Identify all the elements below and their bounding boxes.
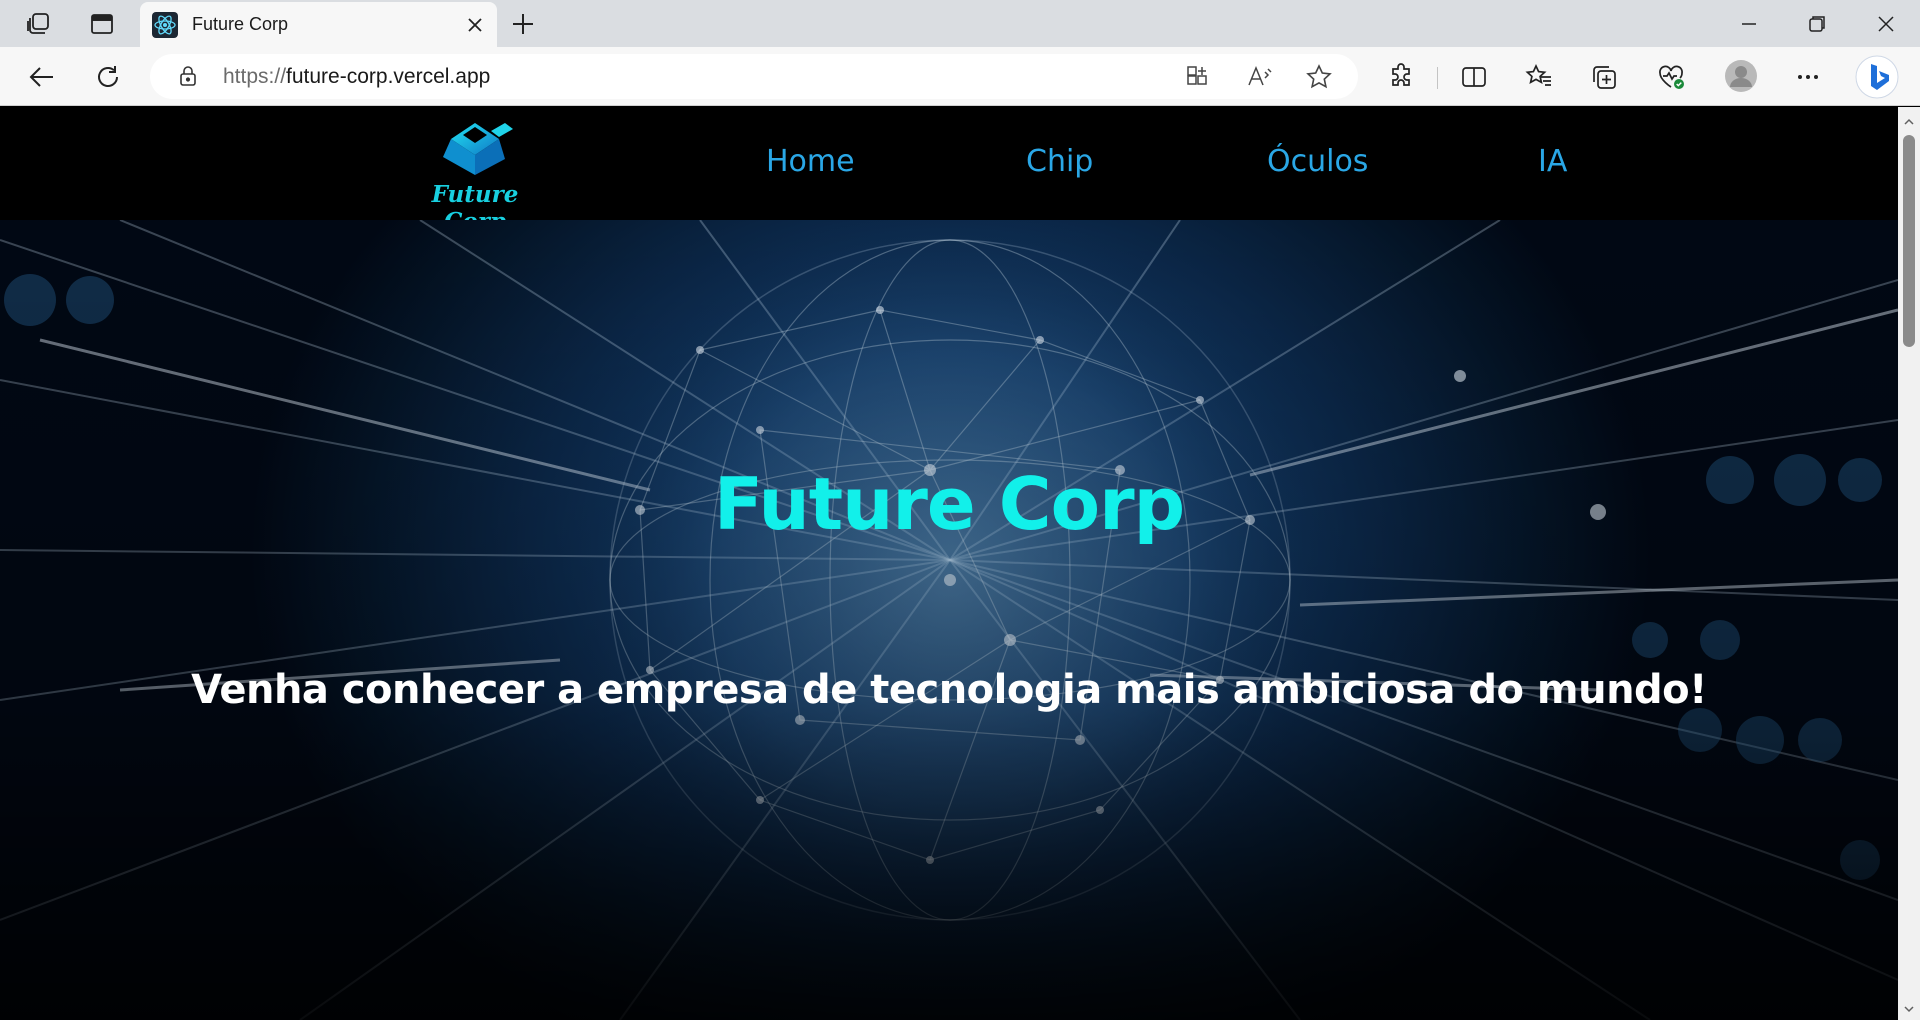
- browser-essentials-icon[interactable]: [1656, 62, 1686, 92]
- read-aloud-icon[interactable]: [1246, 64, 1274, 90]
- lock-icon[interactable]: [177, 65, 199, 87]
- react-atom-icon: [152, 12, 178, 38]
- nav-link-oculos[interactable]: Óculos: [1267, 144, 1368, 179]
- favorites-icon[interactable]: [1524, 62, 1554, 92]
- collections-icon[interactable]: [1589, 62, 1619, 92]
- hero-section: Future Corp Venha conhecer a empresa de …: [0, 220, 1898, 1020]
- bing-copilot-icon[interactable]: [1855, 55, 1899, 99]
- address-url[interactable]: https://future-corp.vercel.app: [223, 65, 490, 89]
- restore-icon[interactable]: [1803, 10, 1831, 38]
- app-available-icon[interactable]: [1185, 64, 1211, 90]
- tab-title: Future Corp: [192, 14, 289, 34]
- tab-actions-icon[interactable]: [88, 10, 116, 38]
- browser-title-bar: Future Corp: [0, 0, 1920, 47]
- active-tab[interactable]: Future Corp: [140, 2, 497, 47]
- nav-link-chip[interactable]: Chip: [1026, 144, 1093, 179]
- scroll-thumb[interactable]: [1903, 135, 1915, 347]
- address-bar[interactable]: https://future-corp.vercel.app: [150, 54, 1358, 99]
- site-logo[interactable]: Future Corp: [405, 115, 545, 235]
- hero-subtitle: Venha conhecer a empresa de tecnologia m…: [191, 667, 1707, 713]
- scroll-down-arrow-icon[interactable]: [1903, 1000, 1915, 1013]
- logo-mark-icon: [443, 123, 513, 175]
- nav-link-home[interactable]: Home: [766, 144, 855, 179]
- split-screen-icon[interactable]: [1459, 62, 1489, 92]
- new-tab-icon[interactable]: [510, 11, 536, 37]
- page-scrollbar[interactable]: [1898, 107, 1920, 1020]
- page-viewport: Future Corp Home Chip Óculos IA: [0, 107, 1898, 1020]
- profile-avatar-icon[interactable]: [1724, 59, 1758, 93]
- scroll-up-arrow-icon[interactable]: [1903, 113, 1915, 125]
- nav-link-ia[interactable]: IA: [1538, 144, 1567, 179]
- close-icon[interactable]: [1872, 10, 1900, 38]
- network-globe-background: [0, 220, 1898, 1020]
- browser-toolbar: https://future-corp.vercel.app: [0, 47, 1920, 106]
- favorite-star-icon[interactable]: [1305, 63, 1333, 91]
- close-tab-icon[interactable]: [465, 15, 485, 35]
- minimize-icon[interactable]: [1735, 10, 1763, 38]
- url-scheme: https://: [223, 65, 287, 88]
- back-icon[interactable]: [27, 62, 57, 92]
- url-host: future-corp.vercel.app: [286, 65, 491, 88]
- extensions-icon[interactable]: [1386, 62, 1416, 92]
- refresh-icon[interactable]: [93, 62, 123, 92]
- workspaces-icon[interactable]: [24, 10, 52, 38]
- toolbar-separator: [1437, 67, 1438, 89]
- more-menu-icon[interactable]: [1793, 62, 1823, 92]
- hero-title: Future Corp: [713, 462, 1185, 546]
- site-navbar: Future Corp Home Chip Óculos IA: [0, 107, 1898, 235]
